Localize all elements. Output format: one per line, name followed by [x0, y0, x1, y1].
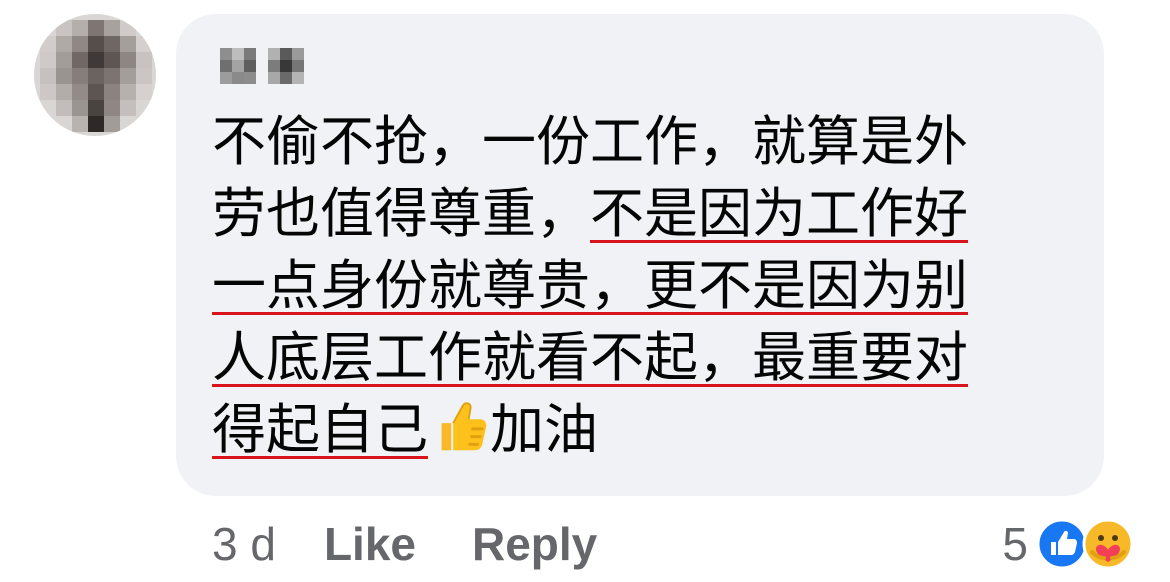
reply-button[interactable]: Reply: [472, 517, 597, 571]
avatar[interactable]: [34, 14, 156, 136]
underlined-text: 一点身份就尊贵，更不是因为别: [212, 254, 968, 317]
comment-actions: 3 d Like Reply: [212, 514, 653, 574]
reaction-count: 5: [1002, 518, 1028, 570]
author-name[interactable]: [212, 44, 320, 84]
underlined-text: 人底层工作就看不起，最重要对: [212, 326, 968, 389]
reactions-summary[interactable]: 5: [1002, 512, 1134, 576]
comment-line-4: 人底层工作就看不起，最重要对: [212, 322, 1092, 394]
comment-timestamp[interactable]: 3 d: [212, 517, 276, 571]
like-reaction-icon: [1036, 518, 1088, 570]
underlined-text: 得起自己: [212, 398, 428, 461]
thumbs-up-icon: [441, 402, 487, 451]
like-button[interactable]: Like: [324, 517, 416, 571]
comment-line-3: 一点身份就尊贵，更不是因为别: [212, 250, 1092, 322]
underlined-text: 不是因为工作好: [590, 182, 968, 245]
comment-text: 不偷不抢，一份工作，就算是外 劳也值得尊重，不是因为工作好 一点身份就尊贵，更不…: [212, 106, 1092, 466]
comment-line-1: 不偷不抢，一份工作，就算是外: [212, 110, 968, 173]
comment-line-5: 得起自己 加油: [212, 394, 1092, 466]
comment-line-2: 劳也值得尊重，不是因为工作好: [212, 182, 968, 245]
care-reaction-icon: [1082, 518, 1134, 570]
